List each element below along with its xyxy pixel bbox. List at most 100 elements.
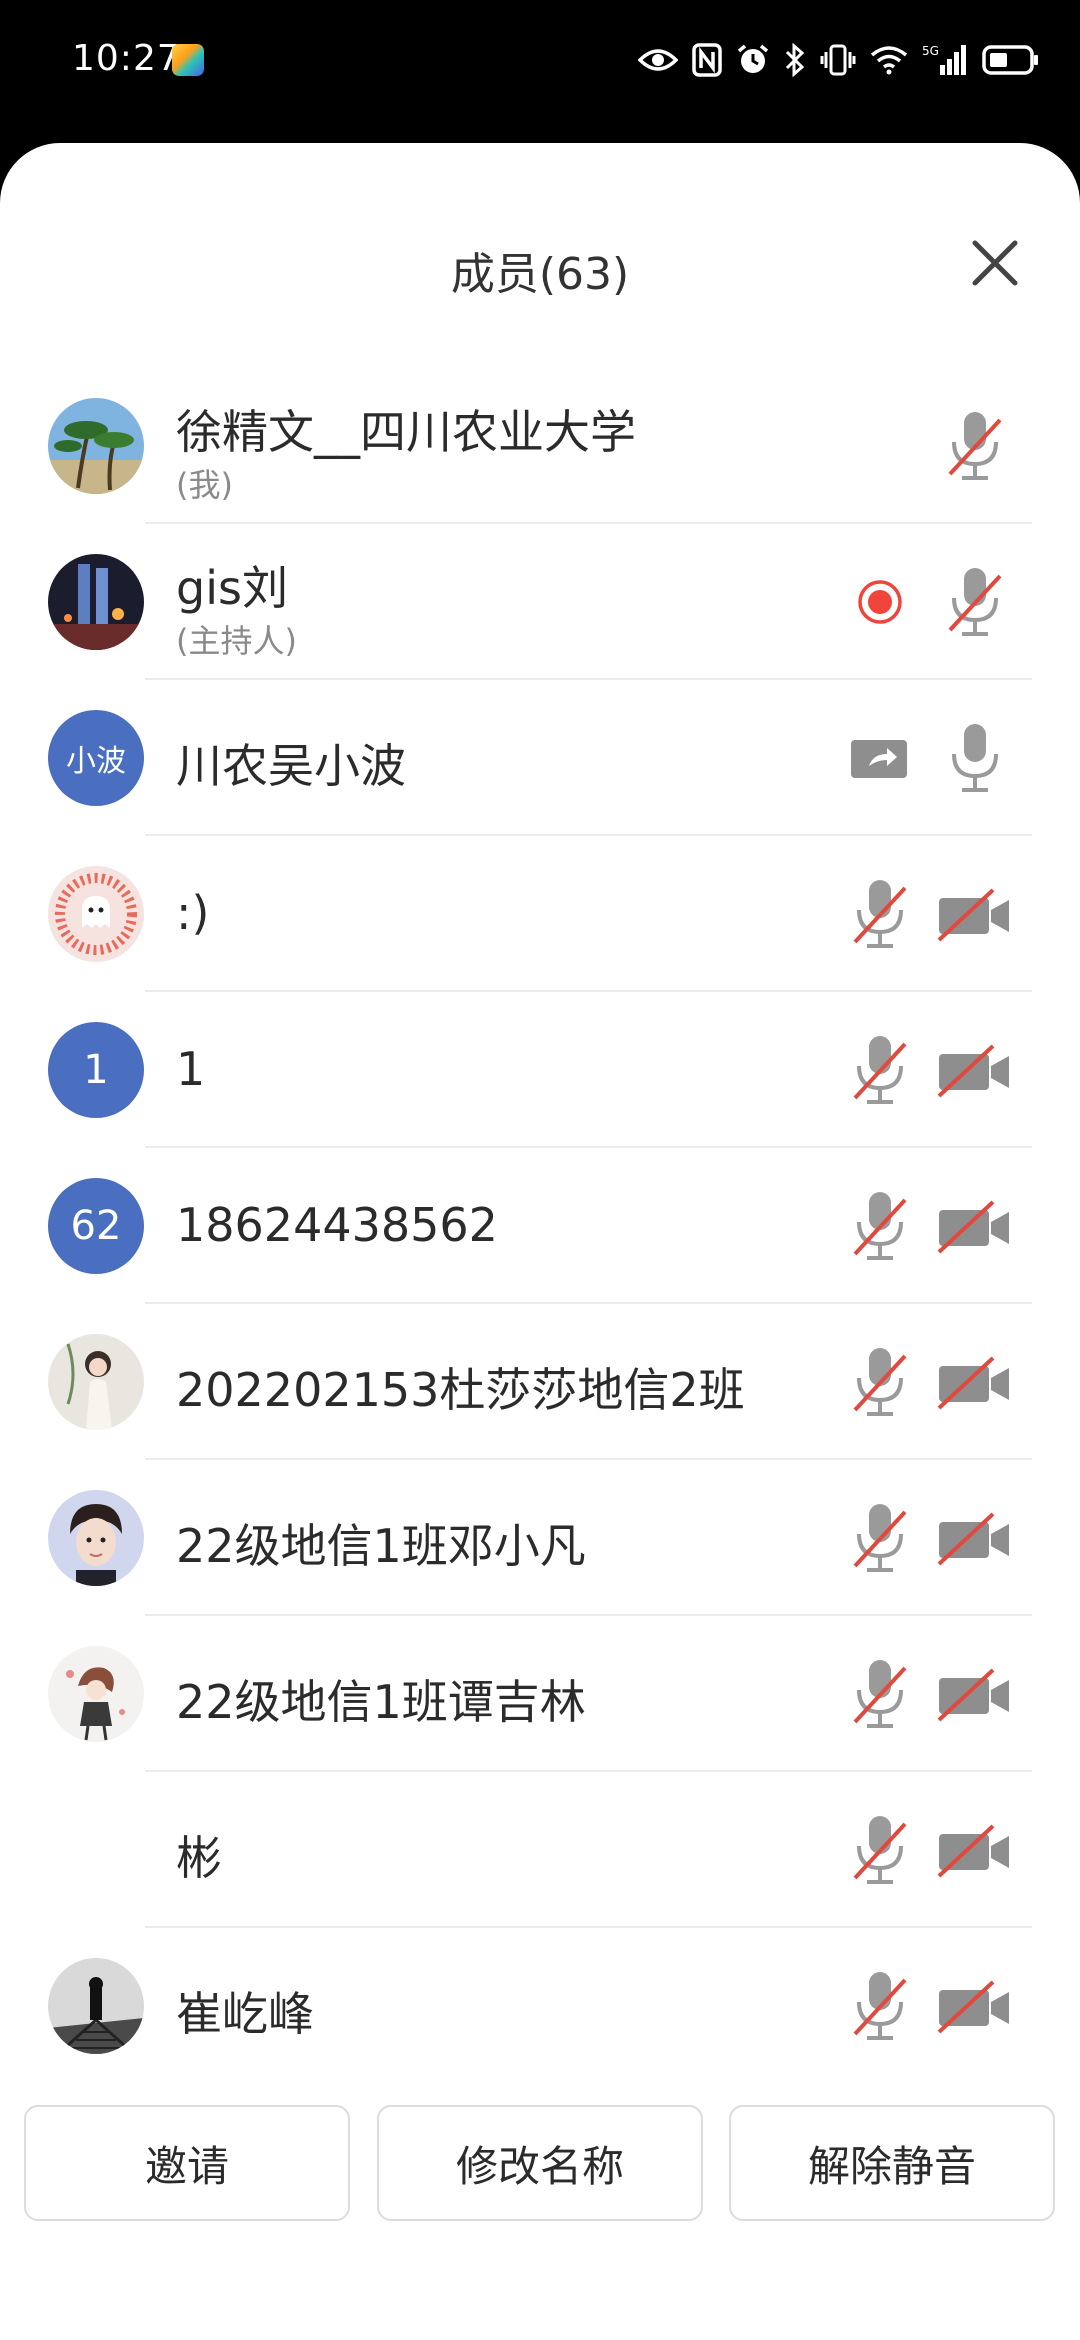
avatar [48,1958,144,2054]
mic-muted-icon [853,1504,907,1572]
status-bar: 10:27 5G [0,0,1080,140]
member-row[interactable]: gis刘 (主持人) [0,524,1080,680]
member-name: 22级地信1班谭吉林 [176,1675,586,1729]
member-row[interactable]: 22级地信1班邓小凡 [0,1460,1080,1616]
camera-off-button[interactable] [935,1500,1015,1576]
clock: 10:27 [72,38,181,79]
mic-muted-button[interactable] [845,1032,915,1108]
member-row[interactable]: 崔屹峰 [0,1928,1080,2084]
camera-off-button[interactable] [935,1032,1015,1108]
mic-muted-button[interactable] [845,1656,915,1732]
alarm-icon [737,44,769,73]
network-type: 5G [922,44,939,58]
wifi-icon [870,46,908,75]
mic-muted-icon [853,1036,907,1104]
mic-muted-button[interactable] [845,1812,915,1888]
unmute-button[interactable]: 解除静音 [729,2105,1055,2221]
avatar-woman-photo [48,1334,144,1430]
camera-off-button[interactable] [935,1656,1015,1732]
app-notification-icon [172,44,204,76]
action-bar: 邀请 修改名称 解除静音 [0,2105,1080,2225]
avatar-initials: 1 [83,1047,109,1093]
rename-button[interactable]: 修改名称 [377,2105,703,2221]
member-row[interactable]: 1 1 [0,992,1080,1148]
eye-icon [638,49,678,71]
member-name: 202202153杜莎莎地信2班 [176,1363,745,1417]
avatar-anime-photo [48,1646,144,1742]
members-sheet: 成员(63) 徐精文__四川农业大学 (我) gis刘 (主持人) 小波 川农吴… [0,143,1080,2340]
member-role: (主持人) [176,622,297,660]
avatar: 1 [48,1022,144,1118]
avatar [48,866,144,962]
member-name: 川农吴小波 [176,739,406,793]
member-name: :) [176,886,210,940]
avatar [48,1490,144,1586]
camera-off-button[interactable] [935,876,1015,952]
camera-off-button[interactable] [935,1188,1015,1264]
mic-icon [952,724,998,792]
avatar-initials: 小波 [66,744,126,779]
screen-share-indicator [845,720,915,796]
avatar: 62 [48,1178,144,1274]
avatar-palms-photo [48,398,144,494]
mic-muted-icon [948,412,1002,480]
invite-button[interactable]: 邀请 [24,2105,350,2221]
member-row[interactable]: 徐精文__四川农业大学 (我) [0,368,1080,524]
avatar: 小波 [48,710,144,806]
nfc-icon [692,43,722,77]
camera-off-icon [937,1668,1009,1722]
close-icon [972,240,1018,286]
mic-muted-button[interactable] [845,1500,915,1576]
close-button[interactable] [965,233,1025,293]
member-name: 1 [176,1042,206,1096]
mic-muted-button[interactable] [845,876,915,952]
mic-muted-button[interactable] [845,1344,915,1420]
member-name: 崔屹峰 [176,1987,314,2041]
member-name: 徐精文__四川农业大学 [176,405,636,459]
member-row[interactable]: :) [0,836,1080,992]
camera-off-icon [937,1512,1009,1566]
member-role: (我) [176,466,233,504]
mic-muted-button[interactable] [940,408,1010,484]
camera-off-icon [937,888,1009,942]
avatar-city-photo [48,554,144,650]
mic-muted-button[interactable] [845,1188,915,1264]
member-name: 彬 [176,1831,222,1885]
avatar-initials: 62 [70,1203,122,1249]
mic-muted-icon [853,1816,907,1884]
member-list[interactable]: 徐精文__四川农业大学 (我) gis刘 (主持人) 小波 川农吴小波:) 1… [0,368,1080,2084]
bluetooth-icon [785,43,805,77]
avatar-ghost-photo [48,866,144,962]
camera-off-icon [937,1980,1009,2034]
camera-off-button[interactable] [935,1812,1015,1888]
avatar [48,398,144,494]
avatar [48,1334,144,1430]
camera-off-icon [937,1044,1009,1098]
mic-muted-icon [853,880,907,948]
mic-muted-icon [948,568,1002,636]
member-row[interactable]: 小波 川农吴小波 [0,680,1080,836]
mic-muted-button[interactable] [845,1968,915,2044]
recording-icon [858,580,902,624]
member-row[interactable]: 彬 [0,1772,1080,1928]
sheet-title: 成员(63) [450,249,630,300]
recording-indicator [850,564,920,640]
member-row[interactable]: 22级地信1班谭吉林 [0,1616,1080,1772]
mic-muted-icon [853,1348,907,1416]
avatar [48,1646,144,1742]
member-row[interactable]: 62 18624438562 [0,1148,1080,1304]
member-name: 22级地信1班邓小凡 [176,1519,586,1573]
mic-muted-button[interactable] [940,564,1010,640]
camera-off-button[interactable] [935,1968,1015,2044]
camera-off-icon [937,1824,1009,1878]
avatar-boy-photo [48,1490,144,1586]
mic-muted-icon [853,1972,907,2040]
camera-off-button[interactable] [935,1344,1015,1420]
mic-button[interactable] [940,720,1010,796]
status-icons: 5G [638,40,1040,80]
mic-muted-icon [853,1192,907,1260]
mic-muted-icon [853,1660,907,1728]
avatar-bw-photo [48,1958,144,2054]
member-row[interactable]: 202202153杜莎莎地信2班 [0,1304,1080,1460]
signal-icon: 5G [922,44,966,75]
